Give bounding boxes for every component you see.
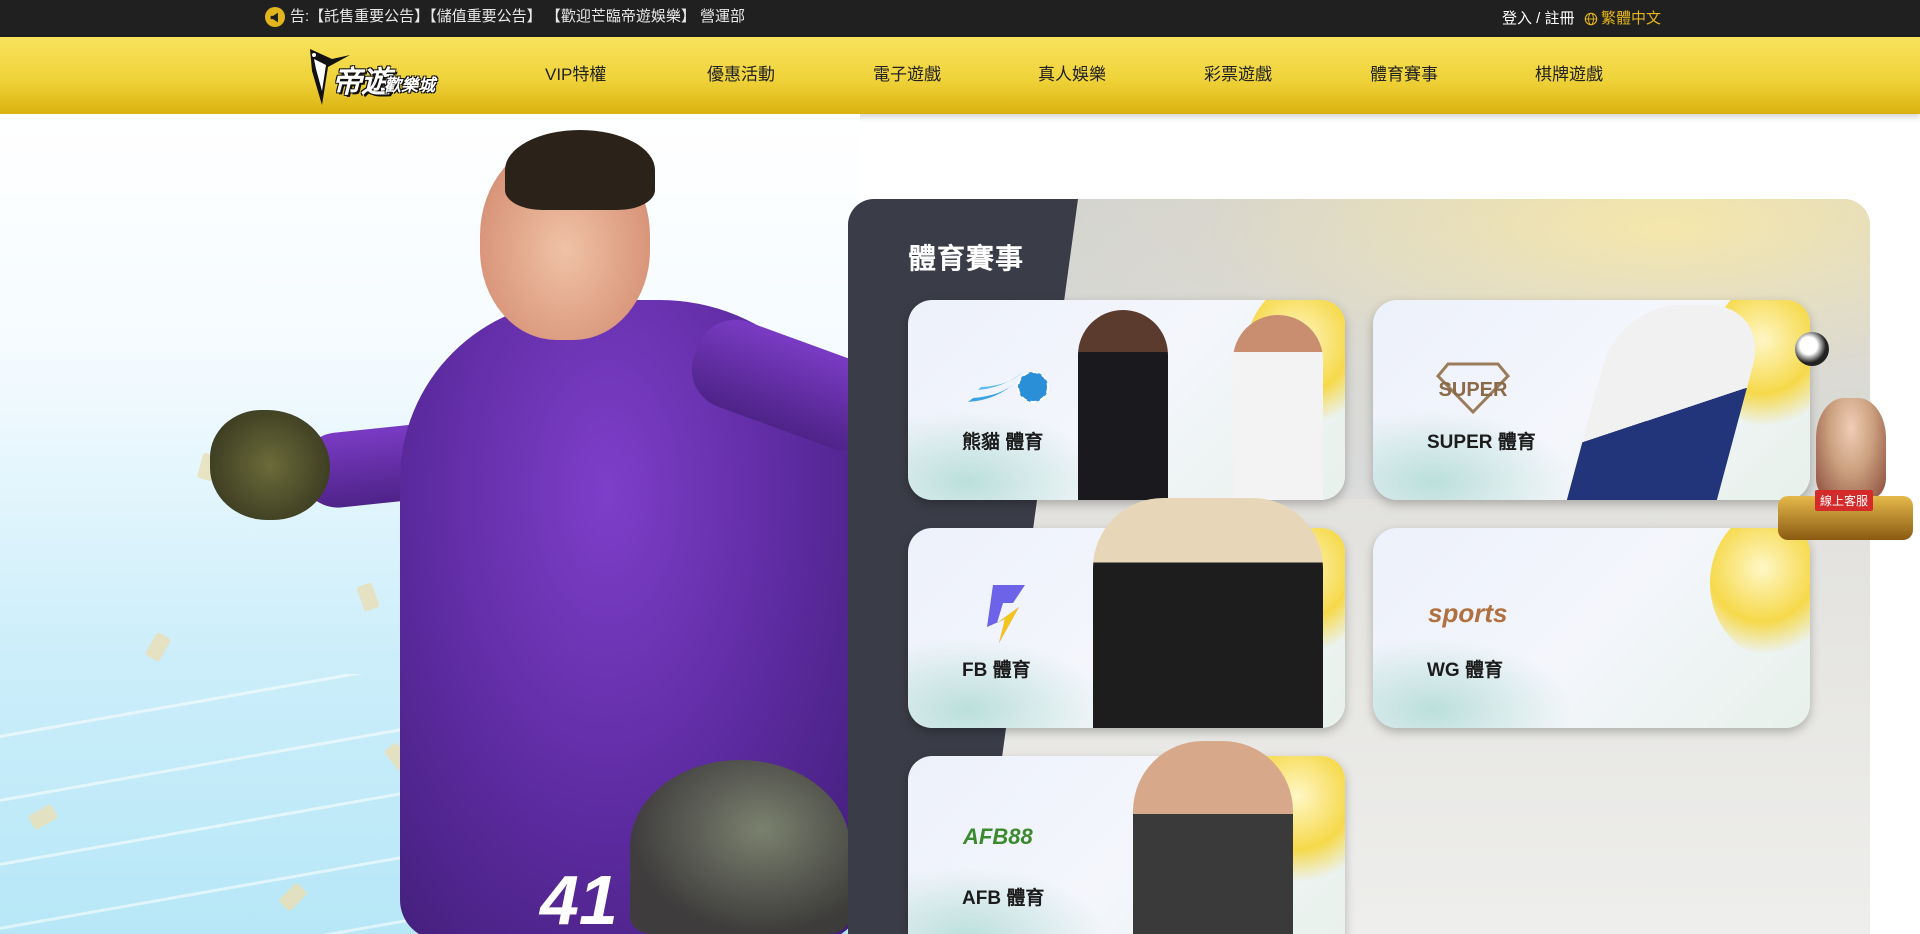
tennis-player-image <box>1233 315 1323 500</box>
card-sparkle <box>908 638 1108 728</box>
login-register-link[interactable]: 登入 / 註冊 <box>1502 0 1575 37</box>
panda-wave-logo-icon <box>968 371 1049 403</box>
football-player-image <box>1133 285 1243 500</box>
customer-service-avatar <box>1816 398 1886 498</box>
sports-card-fb[interactable]: FB 體育 <box>908 498 1345 728</box>
globe-icon <box>1584 12 1598 25</box>
stadium-model <box>630 760 850 934</box>
nav-live-casino[interactable]: 真人娛樂 <box>1038 37 1106 114</box>
sports-panel: 體育賽事 熊貓 體育 SUPER SUPER 體育 FB 體育 sports W… <box>848 199 1870 934</box>
nav-slots[interactable]: 電子遊戲 <box>873 37 941 114</box>
logo-main-text: 帝遊 <box>332 66 391 99</box>
nav-sports[interactable]: 體育賽事 <box>1370 37 1438 114</box>
card-label: WG 體育 <box>1427 660 1503 681</box>
customer-service-widget[interactable]: 線上客服 <box>1778 398 1913 543</box>
soccer-player-image <box>1133 741 1293 934</box>
wg-sports-logo: sports <box>1428 598 1508 628</box>
sports-card-panda[interactable]: 熊貓 體育 <box>908 300 1345 500</box>
sports-card-super[interactable]: SUPER SUPER 體育 <box>1373 300 1829 500</box>
goalkeeper-hair <box>505 130 655 210</box>
soccer-ball-icon <box>1795 332 1829 366</box>
nav-vip[interactable]: VIP特權 <box>545 37 606 114</box>
soccer-player-image <box>1093 498 1323 728</box>
card-label: FB 體育 <box>962 660 1031 681</box>
customer-service-label: 線上客服 <box>1815 490 1874 511</box>
nav-promotions[interactable]: 優惠活動 <box>707 37 775 114</box>
announcement-bar: 告:【託售重要公告】【儲值重要公告】 【歡迎芒臨帝遊娛樂】 營運部 登入 / 註… <box>0 0 1920 37</box>
card-sparkle <box>1373 410 1573 500</box>
logo-sub-text: 歡樂城 <box>384 76 435 95</box>
confetti-piece <box>144 631 172 663</box>
fb-bolt-logo-icon <box>987 585 1025 643</box>
language-selector[interactable]: 繁體中文 <box>1584 0 1661 37</box>
main-navbar: 帝遊 歡樂城 VIP特權 優惠活動 電子遊戲 真人娛樂 彩票遊戲 體育賽事 棋牌… <box>0 37 1920 114</box>
confetti-piece <box>356 582 380 612</box>
sports-card-wg[interactable]: sports WG 體育 <box>1373 528 1810 728</box>
card-label: SUPER 體育 <box>1427 432 1536 453</box>
afb-logo: AFB88 <box>963 824 1033 849</box>
goalkeeper-glove <box>210 410 330 520</box>
language-label: 繁體中文 <box>1601 10 1662 27</box>
sports-title: 體育賽事 <box>908 243 1025 274</box>
announcement-marquee[interactable]: 告:【託售重要公告】【儲值重要公告】 【歡迎芒臨帝遊娛樂】 營運部 <box>290 0 750 37</box>
card-label: AFB 體育 <box>962 888 1045 909</box>
nav-card-games[interactable]: 棋牌遊戲 <box>1535 37 1603 114</box>
baseball-player-image <box>1608 498 1778 728</box>
super-logo-text: SUPER <box>1439 379 1508 401</box>
card-label: 熊貓 體育 <box>962 432 1044 453</box>
super-logo-icon: SUPER <box>1435 362 1511 415</box>
jersey-number: 41 <box>540 861 618 934</box>
site-logo[interactable]: 帝遊 歡樂城 <box>292 43 452 109</box>
megaphone-icon <box>265 7 285 27</box>
sports-card-afb[interactable]: AFB88 AFB 體育 <box>908 741 1345 934</box>
nav-lottery[interactable]: 彩票遊戲 <box>1204 37 1272 114</box>
